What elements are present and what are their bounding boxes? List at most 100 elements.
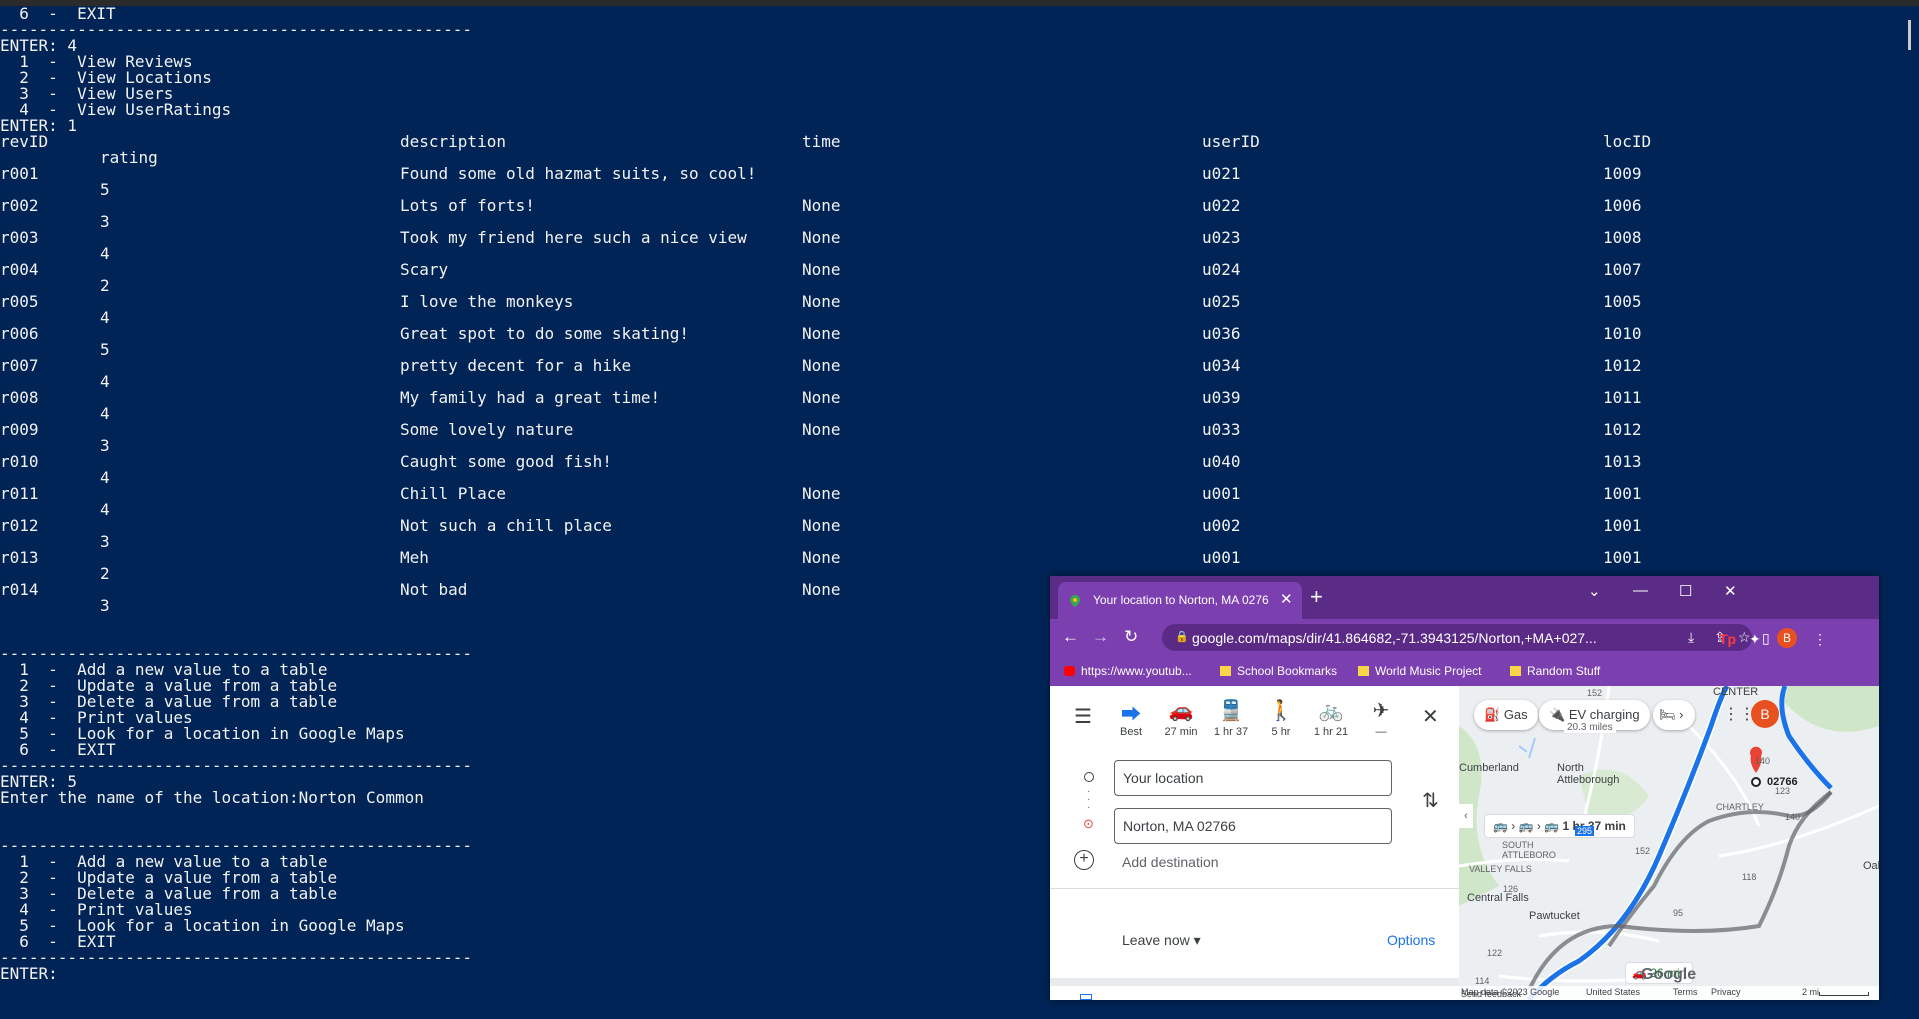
row-time: None: [802, 292, 841, 311]
row-rating: 4: [100, 500, 110, 519]
travel-mode-label: 5 hr: [1271, 726, 1291, 738]
travel-mode-car[interactable]: 🚗 27 min: [1161, 698, 1201, 738]
row-locid: 1007: [1603, 260, 1642, 279]
browser-tab[interactable]: Your location to Norton, MA 0276 ✕: [1058, 582, 1302, 619]
map-label: Cumberland: [1459, 762, 1519, 774]
travel-mode-transit[interactable]: 🚆 1 hr 37: [1211, 698, 1251, 738]
row-time: None: [802, 388, 841, 407]
travel-mode-label: Best: [1119, 726, 1142, 738]
travel-mode-bike[interactable]: 🚲 1 hr 21: [1311, 698, 1351, 738]
road-marker: 140: [1785, 812, 1801, 822]
row-userid: u022: [1202, 196, 1241, 215]
route-dots: · · ·: [1087, 786, 1091, 813]
destination-input[interactable]: Norton, MA 02766: [1114, 808, 1392, 844]
address-bar[interactable]: 🔒 google.com/maps/dir/41.864682,-71.3943…: [1162, 624, 1752, 651]
back-icon[interactable]: ←: [1062, 627, 1079, 647]
new-tab-icon[interactable]: +: [1310, 584, 1323, 610]
row-revid: r005: [0, 292, 39, 311]
send-feedback-link[interactable]: Send feedback: [1461, 989, 1521, 999]
hotels-chip[interactable]: 🛏 ›: [1653, 700, 1695, 730]
map-label: CHARTLEY: [1716, 802, 1764, 812]
ev-charger-icon: 🔌: [1549, 707, 1569, 722]
account-avatar[interactable]: B: [1751, 700, 1779, 728]
region-link[interactable]: United States: [1586, 987, 1640, 997]
bookmark-school[interactable]: School Bookmarks: [1220, 664, 1337, 678]
collapse-panel-icon[interactable]: ‹: [1459, 804, 1473, 828]
row-time: None: [802, 324, 841, 343]
row-revid: r014: [0, 580, 39, 599]
map-label: 20.3 miles: [1564, 722, 1616, 733]
puzzle-icon[interactable]: ✦: [1749, 631, 1761, 648]
map-label: SOUTH ATTLEBORO: [1502, 840, 1556, 860]
section-separator: [1050, 978, 1459, 986]
swap-icon[interactable]: ⇅: [1422, 788, 1439, 813]
folder-icon: [1220, 666, 1231, 676]
row-time: None: [802, 420, 841, 439]
tab-search-icon[interactable]: ⌄: [1588, 582, 1601, 600]
side-panel-icon[interactable]: ▯: [1762, 630, 1770, 647]
lock-icon: 🔒: [1175, 631, 1189, 643]
add-destination-icon[interactable]: +: [1074, 850, 1094, 870]
profile-avatar[interactable]: B: [1777, 628, 1797, 648]
row-userid: u036: [1202, 324, 1241, 343]
row-revid: r008: [0, 388, 39, 407]
row-revid: r010: [0, 452, 39, 471]
add-destination-label[interactable]: Add destination: [1122, 854, 1219, 870]
row-locid: 1001: [1603, 548, 1642, 567]
maximize-icon[interactable]: ☐: [1679, 582, 1692, 600]
close-tab-icon[interactable]: ✕: [1280, 590, 1293, 608]
reload-icon[interactable]: ↻: [1124, 627, 1138, 647]
bookmark-youtube[interactable]: https://www.youtub...: [1064, 664, 1192, 678]
terminal-line: Enter the name of the location:Norton Co…: [0, 788, 424, 807]
url-text: google.com/maps/dir/41.864682,-71.394312…: [1192, 630, 1597, 646]
google-maps-icon: [1070, 595, 1080, 607]
row-description: Some lovely nature: [400, 420, 574, 439]
privacy-link[interactable]: Privacy: [1711, 987, 1741, 997]
bookmark-label: Random Stuff: [1527, 664, 1601, 678]
row-userid: u040: [1202, 452, 1241, 471]
row-description: Scary: [400, 260, 449, 279]
leave-now-label: Leave now: [1122, 932, 1190, 948]
travel-mode-flight[interactable]: ✈ —: [1361, 698, 1401, 738]
gas-chip[interactable]: ⛽ Gas: [1474, 700, 1538, 730]
bookmark-world-music[interactable]: World Music Project: [1358, 664, 1481, 678]
minimize-icon[interactable]: —: [1633, 582, 1648, 599]
terms-link[interactable]: Terms: [1673, 987, 1698, 997]
close-window-icon[interactable]: ✕: [1724, 582, 1737, 600]
row-userid: u002: [1202, 516, 1241, 535]
close-directions-icon[interactable]: ✕: [1422, 704, 1439, 729]
extension-icon[interactable]: Tp: [1719, 631, 1736, 647]
row-time: None: [802, 548, 841, 567]
header-userid: userID: [1202, 132, 1260, 151]
row-description: My family had a great time!: [400, 388, 661, 407]
hamburger-menu-icon[interactable]: ☰: [1074, 704, 1092, 729]
travel-mode-directions[interactable]: ⮕ Best: [1111, 698, 1151, 738]
map-view[interactable]: ⛽ Gas 🔌 EV charging 🛏 › ⋮⋮⋮ B CENTER 20.…: [1459, 686, 1879, 1000]
leave-now-dropdown[interactable]: Leave now ▾: [1122, 932, 1201, 949]
row-time: None: [802, 516, 841, 535]
row-revid: r013: [0, 548, 39, 567]
gas-station-icon: ⛽: [1484, 707, 1504, 722]
forward-icon[interactable]: →: [1092, 627, 1109, 647]
transit-route-callout[interactable]: 🚌 › 🚌 › 🚌 1 hr 37 min: [1484, 814, 1635, 838]
bookmark-random[interactable]: Random Stuff: [1510, 664, 1600, 678]
row-rating: 4: [100, 372, 110, 391]
browser-toolbar: ← → ↻ 🔒 google.com/maps/dir/41.864682,-7…: [1050, 619, 1879, 656]
caret-down-icon: ▾: [1193, 932, 1201, 948]
road-marker: 295: [1575, 826, 1595, 836]
row-rating: 2: [100, 564, 110, 583]
row-userid: u001: [1202, 484, 1241, 503]
menu-kebab-icon[interactable]: ⋮: [1813, 631, 1827, 648]
directions-panel: ☰ ⮕ Best 🚗 27 min 🚆 1 hr 37 🚶 5 hr 🚲 1 hr 21 ✈ — ✕ …: [1050, 686, 1459, 1000]
walk-icon: 🚶: [1268, 700, 1294, 722]
header-revid: revID: [0, 132, 49, 151]
origin-input[interactable]: Your location: [1114, 760, 1392, 796]
terminal-scrollbar[interactable]: [1908, 20, 1911, 50]
travel-mode-walk[interactable]: 🚶 5 hr: [1261, 698, 1301, 738]
options-button[interactable]: Options: [1387, 932, 1435, 948]
origin-circle-icon: [1084, 772, 1094, 782]
row-revid: r004: [0, 260, 39, 279]
travel-mode-label: 1 hr 37: [1213, 726, 1249, 738]
destination-pin-icon: ⊙: [1083, 816, 1094, 831]
install-icon[interactable]: ⤓: [1688, 629, 1694, 646]
